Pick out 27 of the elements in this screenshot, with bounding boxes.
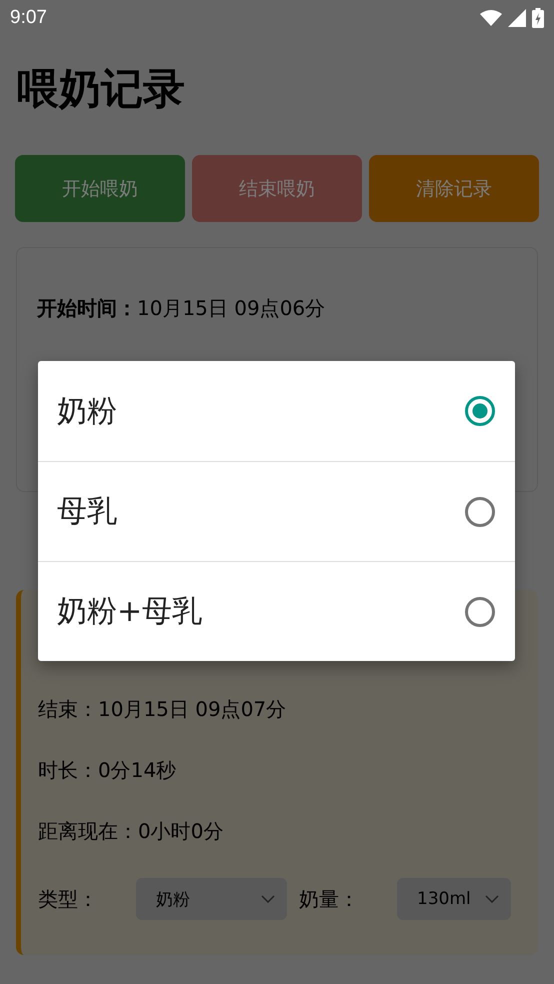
signal-icon (508, 9, 526, 27)
amount-dropdown[interactable]: 130ml (397, 878, 511, 920)
page-title: 喂奶记录 (17, 63, 186, 115)
option-item[interactable]: 奶粉 (38, 361, 515, 461)
option-item[interactable]: 奶粉+母乳 (38, 561, 515, 661)
radio-button[interactable] (464, 496, 496, 528)
status-time: 9:07 (10, 7, 47, 29)
option-label: 奶粉+母乳 (57, 593, 202, 631)
info-text: 时长：0分14秒 (38, 757, 178, 784)
type-label: 类型： (38, 886, 98, 912)
wifi-icon (480, 10, 502, 26)
chevron-icon (485, 895, 499, 903)
action-button[interactable]: 清除记录 (369, 155, 539, 222)
radio-button[interactable] (464, 596, 496, 628)
chevron-icon (261, 895, 275, 903)
option-item[interactable]: 母乳 (38, 461, 515, 561)
action-button[interactable]: 开始喂奶 (15, 155, 185, 222)
action-button[interactable]: 结束喂奶 (192, 155, 362, 222)
amount-label: 奶量： (299, 886, 359, 912)
info-text: 结束：10月15日 09点07分 (38, 696, 288, 723)
option-label: 母乳 (57, 493, 117, 531)
radio-button[interactable] (464, 395, 496, 427)
info-text: 距离现在：0小时0分 (38, 818, 224, 845)
option-label: 奶粉 (57, 392, 117, 430)
type-dropdown[interactable]: 奶粉 (136, 878, 287, 920)
battery-icon (532, 8, 544, 28)
info-text: 开始时间：10月15日 09点06分 (37, 295, 326, 322)
